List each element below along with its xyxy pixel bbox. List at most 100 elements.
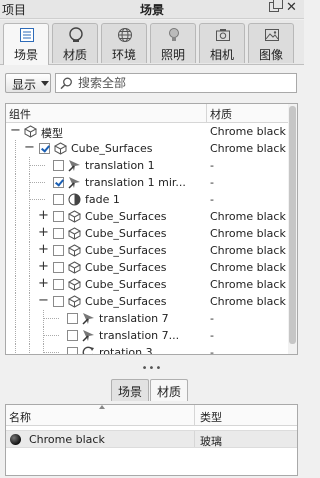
visibility-checkbox[interactable]: [53, 279, 64, 290]
tab-environment[interactable]: 环境: [101, 23, 147, 63]
tab-image[interactable]: 图像: [248, 23, 294, 63]
tree-guide-line: [29, 165, 45, 166]
visibility-checkbox[interactable]: [53, 194, 64, 205]
tree-row[interactable]: translation 7 -: [6, 310, 288, 327]
tree-guide-line: [15, 242, 16, 259]
model-icon: [67, 227, 82, 240]
tab-camera[interactable]: 相机: [199, 23, 245, 63]
tree-guide-line: [29, 208, 30, 225]
tab-bottom-material[interactable]: 材质: [150, 379, 188, 401]
rotation-icon: [82, 346, 95, 354]
column-divider: [194, 431, 195, 447]
collapse-icon[interactable]: −: [10, 124, 21, 138]
tree-row-name: Cube_Surfaces: [85, 278, 167, 291]
tree-row-name: Cube_Surfaces: [71, 142, 153, 155]
camera-icon: [216, 29, 230, 41]
tab-material[interactable]: 材质: [52, 23, 98, 63]
close-icon[interactable]: ✕: [286, 0, 297, 15]
model-icon: [67, 210, 82, 223]
translation-icon: [68, 176, 81, 189]
visibility-checkbox[interactable]: [53, 177, 64, 188]
column-header-type[interactable]: 类型: [200, 409, 222, 425]
tree-row[interactable]: − Cube_Surfaces Chrome black: [6, 293, 288, 310]
expand-icon[interactable]: +: [38, 243, 49, 257]
column-header-component[interactable]: 组件: [9, 106, 31, 122]
panel-splitter[interactable]: •••: [0, 364, 304, 374]
tree-guide-line: [43, 335, 59, 336]
tree-row-material: Chrome black: [210, 142, 286, 155]
visibility-checkbox[interactable]: [53, 245, 64, 256]
expand-icon[interactable]: +: [38, 260, 49, 274]
tree-row[interactable]: fade 1 -: [6, 191, 288, 208]
visibility-checkbox[interactable]: [53, 228, 64, 239]
globe-icon: [118, 28, 132, 42]
tree-row-name: translation 7...: [99, 329, 180, 342]
tree-row[interactable]: + Cube_Surfaces Chrome black: [6, 242, 288, 259]
tree-row[interactable]: + Cube_Surfaces Chrome black: [6, 225, 288, 242]
tree-row[interactable]: + Cube_Surfaces Chrome black: [6, 276, 288, 293]
material-name: Chrome black: [29, 433, 105, 446]
tree-row[interactable]: + Cube_Surfaces Chrome black: [6, 208, 288, 225]
visibility-checkbox[interactable]: [39, 143, 50, 154]
scene-tree: 组件 材质 − 模型 Chrome black − Cube_Surfaces Chrom…: [5, 103, 298, 355]
tree-row-material: -: [210, 346, 214, 355]
tree-row[interactable]: translation 1 -: [6, 157, 288, 174]
scrollbar-thumb[interactable]: [289, 106, 296, 344]
tree-row-name: 模型: [41, 127, 63, 140]
image-icon: [265, 29, 279, 41]
tab-scene[interactable]: 场景: [3, 23, 49, 65]
tree-guide-line: [15, 174, 16, 191]
collapse-icon[interactable]: −: [38, 294, 49, 308]
tree-header: 组件 材质: [6, 104, 288, 123]
expand-icon[interactable]: +: [38, 226, 49, 240]
tab-bottom-scene[interactable]: 场景: [111, 379, 149, 401]
collapse-icon[interactable]: −: [24, 141, 35, 155]
tree-guide-line: [29, 199, 45, 200]
tree-scrollbar[interactable]: [288, 104, 297, 354]
chevron-down-icon: [41, 81, 49, 86]
tree-row-name: rotation 3: [99, 346, 153, 355]
column-header-material[interactable]: 材质: [210, 106, 232, 122]
tree-row-material: Chrome black: [210, 278, 286, 291]
expand-icon[interactable]: +: [38, 209, 49, 223]
column-divider[interactable]: [194, 405, 195, 425]
search-box[interactable]: [55, 73, 297, 93]
tree-row-material: -: [210, 312, 214, 325]
visibility-checkbox[interactable]: [67, 313, 78, 324]
tab-lighting[interactable]: 照明: [150, 23, 196, 63]
visibility-checkbox[interactable]: [53, 160, 64, 171]
tree-row[interactable]: translation 1 mir... -: [6, 174, 288, 191]
search-input[interactable]: [78, 75, 290, 91]
visibility-checkbox[interactable]: [67, 347, 78, 354]
tree-guide-line: [43, 318, 59, 319]
column-divider[interactable]: [206, 104, 207, 122]
tab-label: 相机: [209, 48, 234, 62]
tree-guide-line: [29, 242, 30, 259]
model-icon: [67, 244, 82, 257]
visibility-checkbox[interactable]: [53, 296, 64, 307]
column-header-name[interactable]: 名称: [9, 409, 31, 425]
display-label: 显示: [12, 78, 37, 92]
translation-icon: [82, 312, 95, 325]
material-type: 玻璃: [200, 435, 222, 448]
tree-guide-line: [29, 225, 30, 242]
tree-row[interactable]: + Cube_Surfaces Chrome black: [6, 259, 288, 276]
visibility-checkbox[interactable]: [53, 262, 64, 273]
visibility-checkbox[interactable]: [67, 330, 78, 341]
float-window-icon[interactable]: [269, 0, 283, 12]
tree-row-material: Chrome black: [210, 227, 286, 240]
tree-guide-line: [15, 225, 16, 242]
tree-row[interactable]: translation 7... -: [6, 327, 288, 344]
visibility-checkbox[interactable]: [53, 211, 64, 222]
tree-guide-line: [43, 352, 59, 353]
tree-row[interactable]: − Cube_Surfaces Chrome black: [6, 140, 288, 157]
tab-label: 图像: [258, 48, 283, 62]
expand-icon[interactable]: +: [38, 277, 49, 291]
material-row[interactable]: Chrome black 玻璃: [6, 430, 297, 448]
tree-row[interactable]: rotation 3 -: [6, 344, 288, 355]
material-list-header: 名称 类型: [6, 405, 297, 426]
search-icon: [60, 77, 72, 90]
tree-row-material: -: [210, 193, 214, 206]
display-dropdown[interactable]: 显示: [5, 73, 51, 93]
tree-row[interactable]: − 模型 Chrome black: [6, 123, 288, 141]
